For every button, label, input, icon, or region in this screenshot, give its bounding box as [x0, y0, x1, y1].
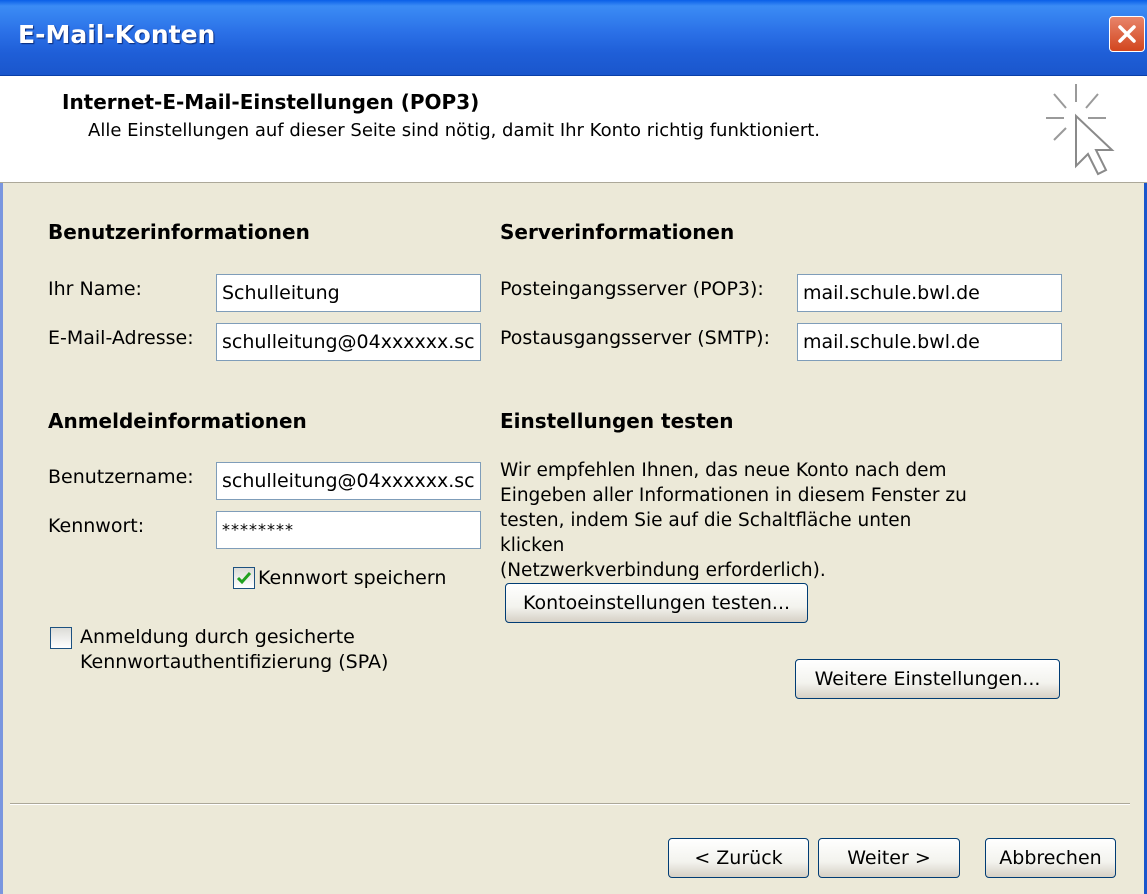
close-button[interactable] [1109, 16, 1145, 52]
test-account-settings-button[interactable]: Kontoeinstellungen testen... [505, 583, 808, 623]
incoming-server-field[interactable]: mail.schule.bwl.de [797, 274, 1062, 312]
outgoing-server-field[interactable]: mail.schule.bwl.de [797, 323, 1062, 361]
username-label: Benutzername: [48, 466, 194, 488]
server-info-heading: Serverinformationen [500, 220, 735, 244]
email-field[interactable]: schulleitung@04xxxxxx.sc [216, 323, 481, 361]
email-accounts-dialog: E-Mail-Konten Internet-E-Mail-Einstellun… [0, 0, 1147, 894]
footer-divider [10, 803, 1130, 805]
page-subtitle: Alle Einstellungen auf dieser Seite sind… [88, 120, 821, 141]
spa-checkbox[interactable] [50, 627, 72, 649]
next-button[interactable]: Weiter > [818, 838, 960, 878]
test-settings-description: Wir empfehlen Ihnen, das neue Konto nach… [500, 458, 980, 583]
title-bar[interactable]: E-Mail-Konten [0, 0, 1147, 76]
email-label: E-Mail-Adresse: [48, 327, 194, 349]
name-field[interactable]: Schulleitung [216, 274, 481, 312]
page-title: Internet-E-Mail-Einstellungen (POP3) [62, 90, 480, 114]
test-settings-heading: Einstellungen testen [500, 409, 734, 433]
spa-label-line2[interactable]: Kennwortauthentifizierung (SPA) [80, 651, 388, 673]
checkmark-icon [236, 572, 252, 585]
name-label: Ihr Name: [48, 278, 142, 300]
test-settings-line: testen, indem Sie auf die Schaltfläche u… [500, 510, 912, 556]
password-field[interactable]: ******** [216, 511, 481, 549]
more-settings-button[interactable]: Weitere Einstellungen... [795, 659, 1060, 699]
test-settings-line: Wir empfehlen Ihnen, das neue Konto nach… [500, 460, 947, 481]
spa-label-line1[interactable]: Anmeldung durch gesicherte [80, 626, 355, 648]
incoming-server-label: Posteingangsserver (POP3): [500, 278, 764, 300]
save-password-label[interactable]: Kennwort speichern [258, 567, 446, 589]
cancel-button[interactable]: Abbrechen [985, 838, 1116, 878]
window-title: E-Mail-Konten [18, 20, 216, 49]
test-settings-line: (Netzwerkverbindung erforderlich). [500, 560, 826, 581]
wizard-header: Internet-E-Mail-Einstellungen (POP3) All… [0, 76, 1147, 183]
test-settings-line: Eingeben aller Informationen in diesem F… [500, 485, 967, 506]
close-icon [1118, 25, 1136, 43]
window-border-left [0, 76, 3, 894]
username-field[interactable]: schulleitung@04xxxxxx.sc [216, 462, 481, 500]
back-button[interactable]: < Zurück [668, 838, 809, 878]
password-label: Kennwort: [48, 515, 145, 537]
outgoing-server-label: Postausgangsserver (SMTP): [500, 327, 770, 349]
user-info-heading: Benutzerinformationen [48, 220, 310, 244]
login-info-heading: Anmeldeinformationen [48, 409, 307, 433]
save-password-checkbox[interactable] [233, 567, 255, 589]
cursor-sparkle-icon [1046, 84, 1115, 176]
